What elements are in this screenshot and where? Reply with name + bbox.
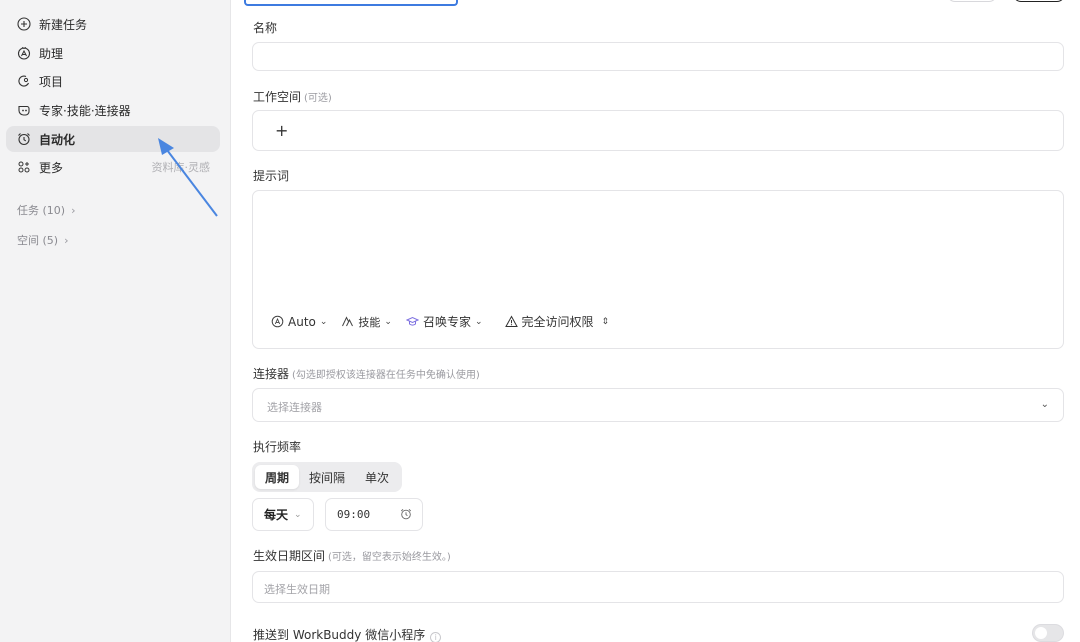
chevron-right-icon: › xyxy=(64,233,69,247)
sidebar-item-projects[interactable]: 项目 xyxy=(6,68,220,94)
add-workspace-button[interactable]: + xyxy=(275,121,288,140)
access-level-select[interactable]: 完全访问权限 ⇕ xyxy=(504,313,610,330)
connectors-placeholder: 选择连接器 xyxy=(267,401,322,414)
prompt-label: 提示词 xyxy=(253,169,290,183)
push-toggle[interactable] xyxy=(1032,624,1064,642)
period-select[interactable]: 每天 ⌄ xyxy=(252,498,314,531)
graduation-cap-icon xyxy=(405,316,419,326)
project-icon xyxy=(17,74,31,88)
sidebar-group-tasks[interactable]: 任务 (10) › xyxy=(17,202,75,218)
tab-periodic[interactable]: 周期 xyxy=(255,465,300,489)
frequency-mode-tabs: 周期 按间隔 单次 xyxy=(252,462,403,492)
sidebar-item-experts[interactable]: 专家·技能·连接器 xyxy=(6,97,220,123)
sidebar-group-spaces[interactable]: 空间 (5) › xyxy=(17,232,68,248)
sidebar-item-more[interactable]: 更多 资料库·灵感 xyxy=(6,154,220,180)
prompt-textarea[interactable]: Auto ⌄ 技能 ⌄ 召唤专家 ⌄ 完全访问权限 ⇕ xyxy=(252,190,1064,349)
sidebar-item-new-task[interactable]: 新建任务 xyxy=(6,11,220,37)
connectors-select[interactable]: 选择连接器 ⌄ xyxy=(252,388,1064,422)
sidebar-item-label: 专家·技能·连接器 xyxy=(39,103,131,118)
sidebar-item-label: 新建任务 xyxy=(39,17,88,32)
sidebar-group-label: 空间 (5) xyxy=(17,234,59,247)
info-icon[interactable]: i xyxy=(430,632,442,642)
sidebar-group-label: 任务 (10) xyxy=(17,204,66,217)
expert-icon xyxy=(17,103,31,117)
auto-mode-select[interactable]: Auto ⌄ xyxy=(271,315,327,329)
alarm-clock-icon xyxy=(17,132,31,146)
up-down-chevron-icon: ⇕ xyxy=(601,316,610,327)
push-label: 推送到 WorkBuddy 微信小程序 i xyxy=(253,626,442,642)
workspace-field: + xyxy=(252,110,1064,151)
skills-label: 技能 xyxy=(358,315,381,329)
chevron-down-icon: ⌄ xyxy=(1040,399,1049,410)
automation-form: 名称 工作空间 (可选) + 提示词 Auto ⌄ 技能 ⌄ 召唤专家 ⌄ 完全… xyxy=(231,0,1080,642)
summon-expert-select[interactable]: 召唤专家 ⌄ xyxy=(405,313,483,330)
sidebar-item-hint: 资料库·灵感 xyxy=(151,161,211,174)
assistant-icon xyxy=(17,46,31,60)
alarm-clock-icon xyxy=(400,508,412,520)
plus-circle-icon xyxy=(17,17,31,31)
tab-interval[interactable]: 按间隔 xyxy=(299,465,355,489)
chevron-down-icon: ⌄ xyxy=(474,316,483,327)
sidebar: 新建任务 助理 项目 专家·技能·连接器 自动化 更多 资料库·灵感 任务 (1… xyxy=(0,0,231,642)
tab-once[interactable]: 单次 xyxy=(355,465,399,489)
prompt-toolbar: Auto ⌄ 技能 ⌄ 召唤专家 ⌄ 完全访问权限 ⇕ xyxy=(271,313,623,330)
sidebar-item-automation[interactable]: 自动化 xyxy=(6,126,220,152)
skills-icon xyxy=(342,316,354,327)
more-grid-icon xyxy=(17,160,31,174)
workspace-label: 工作空间 (可选) xyxy=(253,90,332,104)
name-label: 名称 xyxy=(253,21,278,35)
date-range-label: 生效日期区间 (可选，留空表示始终生效。) xyxy=(253,549,451,563)
auto-icon xyxy=(271,315,284,328)
sidebar-item-label: 项目 xyxy=(39,74,64,89)
skills-select[interactable]: 技能 ⌄ xyxy=(341,314,392,330)
summon-expert-label: 召唤专家 xyxy=(422,315,471,329)
date-range-picker[interactable]: 选择生效日期 xyxy=(252,571,1064,603)
chevron-down-icon: ⌄ xyxy=(294,509,302,520)
period-value: 每天 xyxy=(264,508,289,522)
sidebar-item-label: 自动化 xyxy=(39,132,76,147)
warning-triangle-icon xyxy=(504,315,518,327)
focused-input-edge[interactable] xyxy=(244,0,458,6)
auto-label: Auto xyxy=(288,314,316,329)
name-input[interactable] xyxy=(252,42,1064,71)
sidebar-item-label: 助理 xyxy=(39,46,64,61)
time-input[interactable]: 09:00 xyxy=(325,498,423,531)
chevron-down-icon: ⌄ xyxy=(384,316,392,327)
toggle-knob xyxy=(1035,627,1047,639)
connectors-label: 连接器 (勾选即授权该连接器在任务中免确认使用) xyxy=(253,367,480,381)
access-level-label: 完全访问权限 xyxy=(521,315,594,329)
date-range-placeholder: 选择生效日期 xyxy=(264,583,330,596)
frequency-label: 执行频率 xyxy=(253,440,302,454)
sidebar-item-label: 更多 xyxy=(39,160,64,175)
time-value: 09:00 xyxy=(337,508,371,521)
save-button[interactable] xyxy=(1013,0,1065,2)
chevron-down-icon: ⌄ xyxy=(319,316,328,327)
cancel-button[interactable] xyxy=(947,0,997,2)
sidebar-item-assistant[interactable]: 助理 xyxy=(6,40,220,66)
chevron-right-icon: › xyxy=(71,203,76,217)
